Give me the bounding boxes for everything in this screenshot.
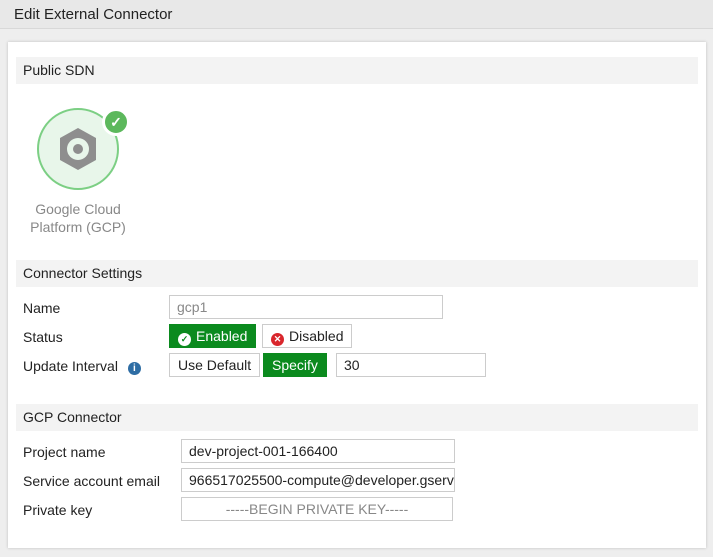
section-gcp-connector: GCP Connector: [16, 404, 698, 431]
status-label: Status: [23, 329, 63, 345]
interval-label: Update Interval i: [23, 358, 141, 375]
project-label: Project name: [23, 444, 106, 460]
connector-panel: Public SDN ✓ Google Cloud Platform (GCP)…: [8, 42, 706, 548]
check-circle-icon: ✓: [178, 333, 191, 346]
email-input[interactable]: 966517025500-compute@developer.gservicea…: [181, 468, 455, 492]
email-label: Service account email: [23, 473, 160, 489]
provider-name: Google Cloud Platform (GCP): [22, 200, 134, 236]
project-input[interactable]: dev-project-001-166400: [181, 439, 455, 463]
interval-input[interactable]: 30: [336, 353, 486, 377]
name-label: Name: [23, 300, 61, 316]
disabled-label: Disabled: [289, 328, 344, 344]
x-circle-icon: ✕: [271, 333, 284, 346]
gcp-provider-card[interactable]: ✓ Google Cloud Platform (GCP): [22, 104, 142, 236]
section-public-sdn: Public SDN: [16, 57, 698, 84]
use-default-button[interactable]: Use Default: [169, 353, 261, 377]
check-badge-icon: ✓: [102, 108, 130, 136]
dialog-title: Edit External Connector: [0, 0, 713, 29]
interval-label-text: Update Interval: [23, 358, 118, 374]
status-enabled-button[interactable]: ✓ Enabled: [169, 324, 257, 348]
name-input[interactable]: gcp1: [169, 295, 443, 319]
section-connector-settings: Connector Settings: [16, 260, 698, 287]
provider-line1: Google Cloud: [35, 201, 121, 217]
private-key-textarea[interactable]: -----BEGIN PRIVATE KEY-----: [181, 497, 453, 521]
info-icon[interactable]: i: [127, 362, 141, 375]
status-disabled-button[interactable]: ✕ Disabled: [262, 324, 353, 348]
provider-line2: Platform (GCP): [30, 219, 126, 235]
private-key-label: Private key: [23, 502, 93, 518]
enabled-label: Enabled: [196, 328, 248, 344]
specify-button[interactable]: Specify: [263, 353, 327, 377]
